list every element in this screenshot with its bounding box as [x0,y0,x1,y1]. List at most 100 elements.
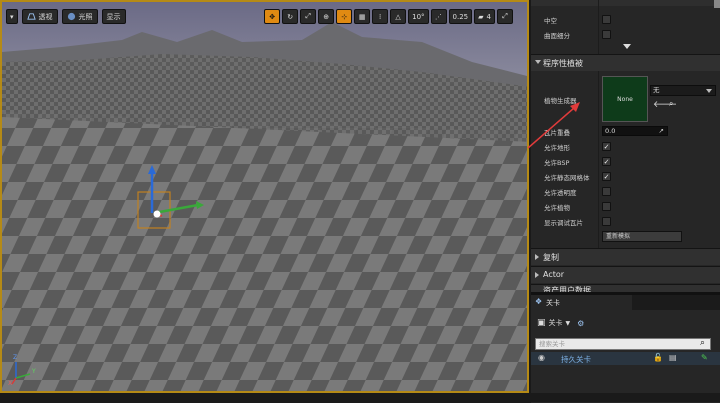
section-procedural-foliage[interactable]: 程序性植被 [531,54,720,71]
lit-sphere-icon [67,12,75,21]
row-allow-translucent: 允许透明度 [531,184,720,199]
visibility-eye-icon[interactable]: ◉ [538,353,545,362]
section-expand-icon [535,272,539,278]
allow-bsp-label: 允许BSP [544,159,570,167]
scale-tool-button[interactable]: ⤢ [300,9,317,24]
scale-snap-label: 0.25 [452,12,469,21]
rotate-icon: ↻ [287,12,294,21]
levels-tabbar: ❖ 关卡 [531,295,720,310]
camera-speed-label: 4 [486,12,491,21]
hollow-label: 中空 [544,17,557,25]
levels-stack-icon: ▣ [537,318,546,328]
grid-icon: ▦ [358,12,366,21]
level-row-persistent[interactable]: ◉ 持久关卡 🔓 ▤ ✎ [531,352,720,365]
lit-label: 光照 [78,12,93,21]
scale-icon: ⤢ [305,12,311,20]
axis-label-x: X [8,380,13,387]
translate-tool-button[interactable]: ✥ [264,9,281,24]
use-selected-arrow-icon[interactable]: 🡐 [653,99,677,110]
viewport-toolbar-left: ▾ 透视 光照 显示 [6,9,126,24]
viewport-toolbar-right: ✥ ↻ ⤢ ⊕ ⊹ ▦ ⁞ △ 10° ⋰ 0.25 ▰ 4 ⤢ [264,9,513,24]
color-pencil-icon[interactable]: ✎ [701,353,708,362]
globe-icon: ⊕ [323,12,330,21]
spawner-thumb-text: None [617,95,633,103]
viewport-scene [2,2,527,391]
scale-snap-toggle[interactable]: ⋰ [430,9,447,24]
viewport-menu-button[interactable]: ▾ [6,9,18,24]
row-allow-static-mesh: 允许静态网格体 ✓ [531,169,720,184]
maximize-viewport-button[interactable]: ⤢ [497,9,513,24]
annotation-arrow [527,102,580,149]
show-debug-tiles-label: 显示调试瓦片 [544,219,583,227]
allow-static-mesh-label: 允许静态网格体 [544,174,590,182]
spawner-combo-value: 无 [653,86,660,94]
persistent-level-label: 持久关卡 [561,355,591,364]
row-allow-foliage: 允许植物 [531,199,720,214]
browse-search-icon[interactable]: ⌕ [669,99,673,109]
show-label: 显示 [106,12,121,21]
grid-snap-toggle[interactable]: ⁞ [372,9,389,24]
lock-icon[interactable]: 🔓 [653,353,663,362]
details-top-strip [531,0,720,6]
snap-icon: ⊹ [341,12,348,21]
hollow-checkbox[interactable] [602,15,611,24]
show-debug-tiles-checkbox[interactable] [602,217,611,226]
section-actor[interactable]: Actor [531,266,720,283]
world-local-button[interactable]: ⊕ [318,9,335,24]
allow-translucent-label: 允许透明度 [544,189,577,197]
allow-landscape-checkbox[interactable]: ✓ [602,142,611,151]
axis-label-z: Z [13,354,18,361]
perspective-button[interactable]: 透视 [21,9,58,24]
section-procedural-title: 程序性植被 [543,59,583,68]
levels-tab-label: 关卡 [546,299,560,307]
resimulate-label: 重新模拟 [606,233,631,240]
levels-settings-icon[interactable]: ⚙ [577,319,584,328]
allow-translucent-checkbox[interactable] [602,187,611,196]
chevron-down-icon: ▼ [565,319,571,327]
maximize-icon: ⤢ [502,12,508,20]
chevron-down-icon [706,89,712,93]
details-scrollbar[interactable] [714,0,720,8]
tile-overlap-input[interactable]: 0.0 ↗ [602,126,668,136]
rotate-tool-button[interactable]: ↻ [282,9,299,24]
section-replication-title: 复制 [543,253,559,262]
foliage-spawner-thumbnail[interactable]: None [602,76,648,122]
lit-button[interactable]: 光照 [61,9,98,24]
camera-icon: ▰ [478,12,484,21]
row-tessellation: 曲面细分 [531,27,720,42]
foliage-spawner-combo[interactable]: 无 [650,85,716,96]
search-icon[interactable]: ⌕ [700,338,705,348]
rotation-snap-label: 10° [412,12,425,21]
levels-menu-button[interactable]: ▣ 关卡 ▼ ⚙ [537,317,584,329]
show-button[interactable]: 显示 [101,9,126,24]
perspective-icon [26,13,36,20]
expand-advanced-icon[interactable] [623,44,631,49]
tessellation-checkbox[interactable] [602,30,611,39]
save-icon[interactable]: ▤ [669,353,677,362]
levels-search-placeholder: 搜索关卡 [539,340,565,348]
surface-snap-button[interactable]: ⊹ [336,9,353,24]
tile-overlap-value: 0.0 [605,127,616,135]
window-bottom-bar [0,393,720,402]
allow-static-mesh-checkbox[interactable]: ✓ [602,172,611,181]
allow-bsp-checkbox[interactable]: ✓ [602,157,611,166]
section-actor-title: Actor [543,270,565,279]
levels-tab-icon: ❖ [535,297,543,306]
levels-search-input[interactable]: 搜索关卡 [535,338,711,350]
section-replication[interactable]: 复制 [531,248,720,265]
level-viewport[interactable]: Z Y X ▾ 透视 光照 显示 ✥ ↻ ⤢ ⊕ ⊹ ▦ ⁞ △ 10° ⋰ 0… [0,0,529,393]
scale-snap-value[interactable]: 0.25 [448,9,473,24]
rotation-snap-toggle[interactable]: △ [390,9,407,24]
rotation-snap-value[interactable]: 10° [408,9,429,24]
move-icon: ✥ [269,12,276,21]
grid-snap-button[interactable]: ▦ [354,9,371,24]
camera-speed-button[interactable]: ▰ 4 [474,9,495,24]
levels-menu-label: 关卡 [548,319,563,327]
section-expand-icon [535,254,539,260]
dot-icon: ⁞ [379,12,382,21]
row-allow-bsp: 允许BSP ✓ [531,154,720,169]
allow-foliage-checkbox[interactable] [602,202,611,211]
tab-levels[interactable]: ❖ 关卡 [531,295,632,310]
resimulate-button[interactable]: 重新模拟 [602,231,682,242]
scale-snap-icon: ⋰ [435,12,443,21]
